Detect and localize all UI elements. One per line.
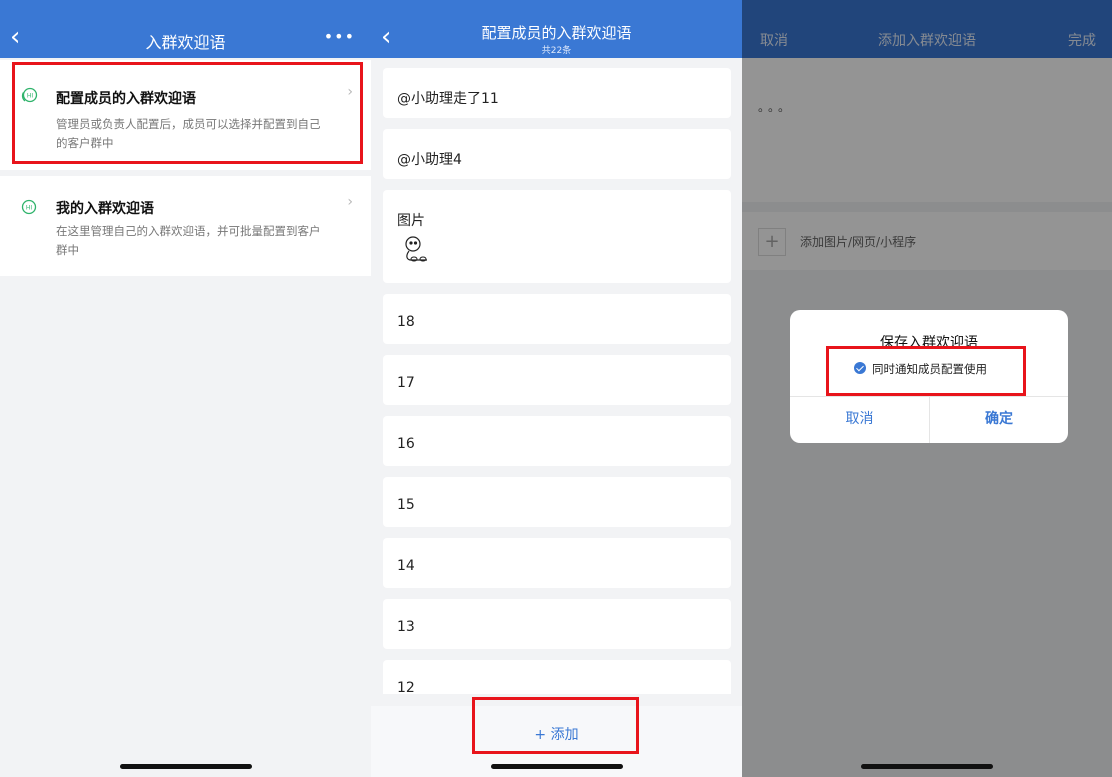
sticker-image [405,236,427,262]
list-item-text: 图片 [397,213,425,229]
list-item[interactable]: @小助理4 [383,129,731,179]
list-item-text: 12 [397,680,415,694]
list-item-text: @小助理走了11 [397,91,499,107]
list-item-text: 13 [397,619,415,635]
dialog-confirm-button[interactable]: 确定 [930,396,1068,443]
list-item[interactable]: 12 [383,660,731,694]
card-description: 管理员或负责人配置后，成员可以选择并配置到自己的客户群中 [56,117,321,150]
list-item-text: @小助理4 [397,152,462,168]
more-icon[interactable]: ••• [324,27,355,46]
list-item[interactable]: @小助理走了11 [383,68,731,118]
list-item[interactable]: 13 [383,599,731,649]
page-title: 配置成员的入群欢迎语 [481,24,632,42]
hi-chat-icon: HI [21,87,38,103]
list-item-text: 14 [397,558,415,574]
card-title: 配置成员的入群欢迎语 [56,91,196,107]
list-item-text: 15 [397,497,415,513]
list-item-text: 18 [397,314,415,330]
card-my-welcome[interactable]: HI 我的入群欢迎语 在这里管理自己的入群欢迎语，并可批量配置到客户群中 › [0,176,371,276]
chevron-right-icon: › [347,84,353,100]
home-indicator [861,764,993,769]
chevron-right-icon: › [347,194,353,210]
card-description: 在这里管理自己的入群欢迎语，并可批量配置到客户群中 [56,224,321,257]
nav-bar: ‹ 入群欢迎语 ••• [0,0,371,58]
nav-bar: ‹ 配置成员的入群欢迎语 共22条 [371,0,742,58]
add-button[interactable]: + 添加 [371,724,742,744]
list-item-text: 17 [397,375,415,391]
notify-members-option[interactable]: 同时通知成员配置使用 [872,361,987,377]
list-item[interactable]: 18 [383,294,731,344]
panel-member-welcome-list: ‹ 配置成员的入群欢迎语 共22条 @小助理走了11 @小助理4 图片 18 1… [371,0,742,777]
card-member-welcome[interactable]: HI 配置成员的入群欢迎语 管理员或负责人配置后，成员可以选择并配置到自己的客户… [0,60,371,170]
list-item-text: 16 [397,436,415,452]
svg-text:HI: HI [27,93,34,100]
panel-add-welcome: 取消 添加入群欢迎语 完成 。。。 + 添加图片/网页/小程序 保存入群欢迎语 … [742,0,1112,777]
card-title: 我的入群欢迎语 [56,201,154,217]
list-item[interactable]: 15 [383,477,731,527]
hi-chat-icon: HI [21,199,37,215]
page-title: 入群欢迎语 [145,33,226,52]
dialog-title: 保存入群欢迎语 [880,335,978,351]
checkbox-checked-icon[interactable] [854,362,866,374]
home-indicator [490,764,623,769]
list-item[interactable]: 17 [383,355,731,405]
svg-text:HI: HI [26,205,33,212]
save-dialog: 保存入群欢迎语 同时通知成员配置使用 取消 确定 [790,310,1068,443]
list-item[interactable]: 14 [383,538,731,588]
welcome-list[interactable]: @小助理走了11 @小助理4 图片 18 17 16 15 14 13 12 [383,68,731,694]
list-item[interactable]: 图片 [383,190,731,283]
panel-welcome-settings: ‹ 入群欢迎语 ••• HI 配置成员的入群欢迎语 管理员或负责人配置后，成员可… [0,0,371,777]
item-count: 共22条 [541,46,572,56]
dialog-cancel-button[interactable]: 取消 [790,396,929,443]
home-indicator [119,764,252,769]
list-item[interactable]: 16 [383,416,731,466]
